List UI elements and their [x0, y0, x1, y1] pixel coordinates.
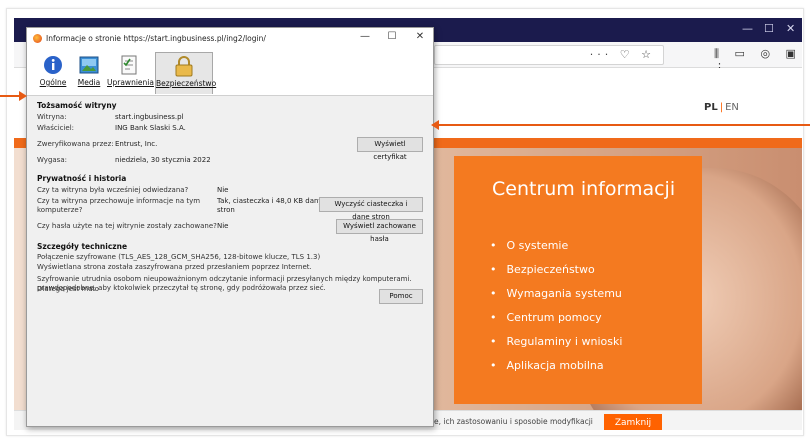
encryption-info: Wyświetlana strona została zaszyfrowana …	[37, 263, 312, 271]
encryption-explanation-line2: prawdopodobne, aby ktokolwiek przeczytał…	[37, 284, 326, 292]
info-center-title: Centrum informacji	[492, 178, 676, 200]
dialog-title: Informacje o stronie https://start.ingbu…	[46, 34, 266, 43]
tab-media-label: Media	[77, 78, 101, 87]
view-certificate-button[interactable]: Wyświetl certyfikat	[357, 137, 423, 161]
browser-close-icon[interactable]: ✕	[786, 22, 795, 35]
language-switcher[interactable]: PL | EN	[704, 102, 739, 113]
info-center-list: O systemie Bezpieczeństwo Wymagania syst…	[490, 234, 623, 378]
dialog-maximize-button[interactable]: ☐	[379, 31, 405, 42]
browser-minimize-icon[interactable]: —	[742, 22, 753, 35]
stores-data-question-line2: komputerze?	[37, 206, 83, 214]
info-link-mobile[interactable]: Aplikacja mobilna	[490, 354, 622, 378]
annotation-arrow-left-line	[0, 95, 20, 97]
annotation-arrow-right-line	[438, 124, 810, 126]
security-panel: Tożsamość witryny Witryna: start.ingbusi…	[27, 96, 433, 426]
lock-icon	[175, 56, 193, 77]
owner-label: Właściciel:	[37, 124, 75, 132]
media-icon	[79, 56, 99, 74]
firefox-icon	[33, 34, 42, 43]
saved-passwords-question: Czy hasła użyte na tej witrynie zostały …	[37, 222, 217, 230]
page-actions-icon[interactable]: ··· ♡ ☆	[590, 48, 655, 61]
tab-security[interactable]: Bezpieczeństwo	[155, 52, 217, 94]
stores-data-question-line1: Czy ta witryna przechowuje informacje na…	[37, 197, 201, 205]
dialog-close-button[interactable]: ✕	[407, 31, 433, 42]
visited-question: Czy ta witryna była wcześniej odwiedzana…	[37, 186, 189, 194]
visited-answer: Nie	[217, 186, 229, 194]
technical-heading: Szczegóły techniczne	[37, 242, 128, 251]
info-link-system[interactable]: O systemie	[490, 234, 622, 258]
cookie-text: e, ich zastosowaniu i sposobie modyfikac…	[434, 417, 593, 426]
owner-value: ING Bank Slaski S.A.	[115, 124, 186, 132]
tab-permissions-label: Uprawnienia	[107, 78, 154, 87]
dialog-titlebar: Informacje o stronie https://start.ingbu…	[27, 28, 433, 50]
tab-general-label: Ogólne	[39, 78, 67, 87]
info-link-help[interactable]: Centrum pomocy	[490, 306, 622, 330]
verified-by-value: Entrust, Inc.	[115, 140, 158, 148]
privacy-heading: Prywatność i historia	[37, 174, 127, 183]
annotation-arrow-left-head	[19, 91, 27, 101]
clear-cookies-button[interactable]: Wyczyść ciasteczka i dane stron	[319, 197, 423, 221]
expires-value: niedziela, 30 stycznia 2022	[115, 156, 211, 164]
info-link-requirements[interactable]: Wymagania systemu	[490, 282, 622, 306]
tab-security-label: Bezpieczeństwo	[156, 79, 217, 88]
info-center-card: Centrum informacji O systemie Bezpieczeń…	[454, 156, 702, 404]
tab-media[interactable]: Media	[75, 52, 103, 94]
identity-heading: Tożsamość witryny	[37, 101, 117, 110]
page-info-dialog: Informacje o stronie https://start.ingbu…	[26, 27, 434, 427]
info-link-security[interactable]: Bezpieczeństwo	[490, 258, 622, 282]
dialog-tab-bar: Ogólne Media Uprawnienia Bezpieczeństwo	[27, 50, 433, 96]
lang-en[interactable]: EN	[725, 102, 739, 113]
permissions-icon	[121, 55, 137, 75]
address-bar[interactable]: ··· ♡ ☆	[434, 45, 664, 65]
dialog-minimize-button[interactable]: —	[352, 31, 378, 42]
website-value: start.ingbusiness.pl	[115, 113, 184, 121]
stores-data-answer-line2: stron	[217, 206, 235, 214]
browser-maximize-icon[interactable]: ☐	[764, 22, 774, 35]
lang-separator: |	[719, 102, 724, 113]
help-button[interactable]: Pomoc	[379, 289, 423, 304]
info-link-regulations[interactable]: Regulaminy i wnioski	[490, 330, 623, 354]
connection-info: Połączenie szyfrowane (TLS_AES_128_GCM_S…	[37, 253, 321, 261]
website-label: Witryna:	[37, 113, 67, 121]
cookie-close-button[interactable]: Zamknij	[604, 414, 662, 430]
tab-general[interactable]: Ogólne	[35, 52, 71, 94]
view-saved-passwords-button[interactable]: Wyświetl zachowane hasła	[336, 219, 423, 243]
verified-by-label: Zweryfikowana przez:	[37, 140, 114, 148]
saved-passwords-answer: Nie	[217, 222, 229, 230]
annotation-arrow-right-head	[431, 120, 439, 130]
stores-data-answer-line1: Tak, ciasteczka i 48,0 KB danych	[217, 197, 331, 205]
lang-pl[interactable]: PL	[704, 102, 718, 113]
expires-label: Wygasa:	[37, 156, 67, 164]
tab-permissions[interactable]: Uprawnienia	[107, 52, 154, 94]
info-icon	[44, 56, 62, 74]
